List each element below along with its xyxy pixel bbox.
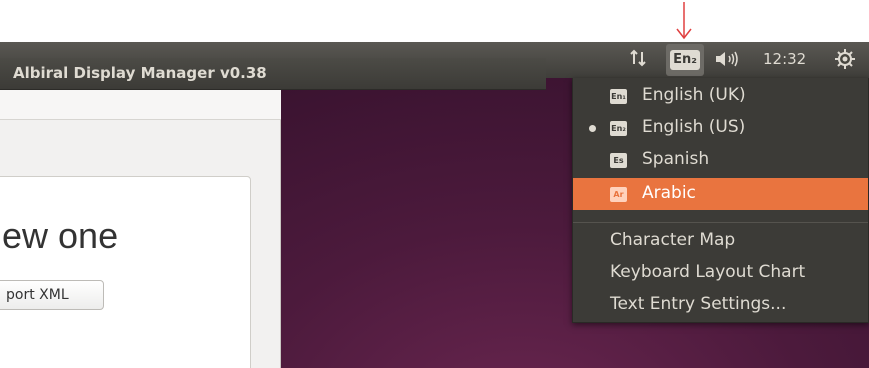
language-badge-icon: En₂ xyxy=(610,121,627,136)
gear-icon[interactable] xyxy=(833,47,857,71)
menu-item-character-map[interactable]: Character Map xyxy=(573,225,868,257)
menu-item-text-entry-settings[interactable]: Text Entry Settings... xyxy=(573,289,868,321)
menu-item-label: Text Entry Settings... xyxy=(610,294,787,314)
selected-dot-icon xyxy=(589,125,596,132)
language-badge-icon: Ar xyxy=(610,187,627,202)
menu-item-label: English (UK) xyxy=(642,85,746,105)
menu-item-label: English (US) xyxy=(642,117,746,137)
language-menu: En₁ English (UK) En₂ English (US) Es Spa… xyxy=(572,78,869,323)
menu-item-spanish[interactable]: Es Spanish xyxy=(573,144,868,176)
annotation-arrow-icon xyxy=(676,2,692,40)
content-card xyxy=(0,176,251,368)
menu-item-english-us[interactable]: En₂ English (US) xyxy=(573,112,868,144)
menu-item-label: Keyboard Layout Chart xyxy=(610,262,806,282)
language-badge-icon: En₁ xyxy=(610,89,627,104)
window-title: Albiral Display Manager v0.38 xyxy=(13,64,267,82)
network-icon[interactable] xyxy=(628,48,648,68)
menu-item-label: Arabic xyxy=(642,183,696,203)
volume-icon[interactable] xyxy=(714,50,742,68)
menu-item-keyboard-layout-chart[interactable]: Keyboard Layout Chart xyxy=(573,257,868,289)
menu-item-arabic[interactable]: Ar Arabic xyxy=(573,178,868,210)
menu-item-label: Spanish xyxy=(642,149,710,169)
window-title-bar[interactable]: Albiral Display Manager v0.38 xyxy=(0,58,546,90)
clock[interactable]: 12:32 xyxy=(763,50,806,68)
menu-item-label: Character Map xyxy=(610,230,736,250)
card-heading: ew one xyxy=(2,215,119,256)
language-badge-icon: Es xyxy=(610,153,627,168)
window-header-strip xyxy=(0,90,281,120)
menu-separator xyxy=(573,222,868,223)
import-xml-button[interactable]: port XML xyxy=(0,280,104,310)
keyboard-indicator[interactable]: En₂ xyxy=(666,44,704,76)
keyboard-indicator-label: En₂ xyxy=(670,50,700,70)
menu-item-english-uk[interactable]: En₁ English (UK) xyxy=(573,80,868,112)
